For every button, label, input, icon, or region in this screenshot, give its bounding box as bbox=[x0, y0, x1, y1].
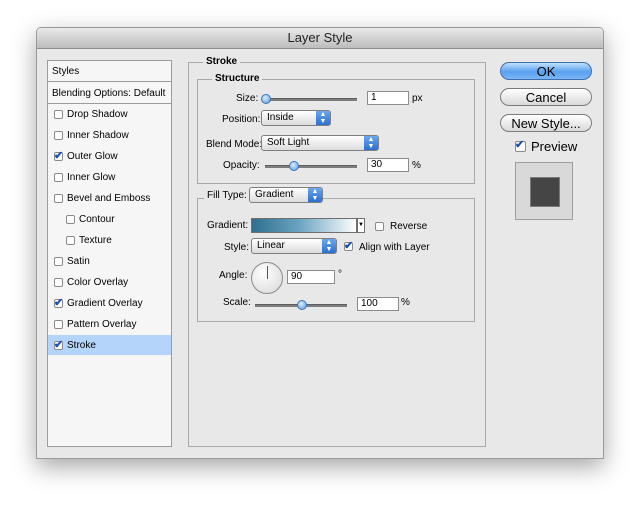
opacity-label: Opacity: bbox=[223, 160, 260, 171]
title-bar: Layer Style bbox=[37, 28, 603, 49]
style-item-satin[interactable]: Satin bbox=[48, 251, 171, 271]
style-item-label: Inner Shadow bbox=[67, 130, 129, 141]
style-value: Linear bbox=[257, 240, 285, 251]
gradient-preview[interactable] bbox=[251, 218, 357, 233]
angle-input[interactable]: 90 bbox=[287, 270, 335, 284]
fill-type-value: Gradient bbox=[255, 189, 294, 200]
style-item-bevel-and-emboss[interactable]: Bevel and Emboss bbox=[48, 188, 171, 208]
style-item-drop-shadow[interactable]: Drop Shadow bbox=[48, 104, 171, 124]
style-item-checkbox[interactable] bbox=[54, 149, 63, 162]
style-item-checkbox[interactable] bbox=[54, 110, 63, 119]
style-item-checkbox[interactable] bbox=[54, 296, 63, 309]
angle-unit: ° bbox=[338, 269, 342, 280]
style-arrows-icon: ▲ ▼ bbox=[322, 239, 336, 253]
align-with-layer-label: Align with Layer bbox=[359, 242, 430, 253]
scale-label: Scale: bbox=[223, 297, 251, 308]
preview-label: Preview bbox=[531, 139, 578, 154]
cancel-button[interactable]: Cancel bbox=[500, 88, 592, 106]
opacity-input[interactable]: 30 bbox=[367, 158, 409, 172]
position-label: Position: bbox=[222, 114, 261, 125]
size-unit: px bbox=[412, 93, 423, 104]
fill-type-label: Fill Type: bbox=[204, 190, 250, 201]
style-item-inner-shadow[interactable]: Inner Shadow bbox=[48, 125, 171, 145]
style-item-label: Gradient Overlay bbox=[67, 298, 143, 309]
scale-unit: % bbox=[401, 297, 410, 308]
style-item-label: Drop Shadow bbox=[67, 109, 128, 120]
style-item-inner-glow[interactable]: Inner Glow bbox=[48, 167, 171, 187]
gradient-label: Gradient: bbox=[207, 220, 249, 231]
angle-dial-indicator bbox=[267, 266, 268, 279]
position-select[interactable]: Inside ▲ ▼ bbox=[261, 110, 331, 126]
style-item-color-overlay[interactable]: Color Overlay bbox=[48, 272, 171, 292]
fill-type-select[interactable]: Gradient ▲ ▼ bbox=[249, 187, 323, 203]
style-item-checkbox[interactable] bbox=[66, 236, 75, 245]
blend-mode-arrows-icon: ▲ ▼ bbox=[364, 136, 378, 150]
angle-label: Angle: bbox=[219, 270, 248, 281]
style-item-contour[interactable]: Contour bbox=[48, 209, 171, 229]
style-item-checkbox[interactable] bbox=[54, 131, 63, 140]
opacity-slider-knob[interactable] bbox=[289, 161, 299, 171]
size-label: Size: bbox=[236, 93, 259, 104]
style-item-checkbox[interactable] bbox=[54, 194, 63, 203]
style-select[interactable]: Linear ▲ ▼ bbox=[251, 238, 337, 254]
position-value: Inside bbox=[267, 112, 294, 123]
size-input[interactable]: 1 bbox=[367, 91, 409, 105]
blend-mode-label: Blend Mode: bbox=[206, 139, 263, 150]
style-item-texture[interactable]: Texture bbox=[48, 230, 171, 250]
window-title: Layer Style bbox=[287, 30, 353, 45]
reverse-label: Reverse bbox=[390, 221, 428, 232]
fill-type-arrows-icon: ▲ ▼ bbox=[308, 188, 322, 202]
style-item-label: Satin bbox=[67, 256, 90, 267]
blend-mode-select[interactable]: Soft Light ▲ ▼ bbox=[261, 135, 379, 151]
styles-header-label: Styles bbox=[52, 66, 80, 77]
style-label: Style: bbox=[224, 242, 250, 253]
align-with-layer-checkbox[interactable] bbox=[344, 239, 353, 252]
style-item-checkbox[interactable] bbox=[54, 278, 63, 287]
style-item-label: Color Overlay bbox=[67, 277, 129, 288]
size-slider[interactable] bbox=[265, 98, 357, 101]
style-item-label: Contour bbox=[79, 214, 115, 225]
angle-dial[interactable] bbox=[251, 262, 283, 294]
style-item-checkbox[interactable] bbox=[54, 257, 63, 266]
style-item-label: Bevel and Emboss bbox=[67, 193, 151, 204]
styles-header[interactable]: Styles bbox=[48, 61, 171, 82]
style-item-checkbox[interactable] bbox=[54, 320, 63, 329]
opacity-slider[interactable] bbox=[265, 165, 357, 168]
style-item-checkbox[interactable] bbox=[54, 338, 63, 351]
style-item-pattern-overlay[interactable]: Pattern Overlay bbox=[48, 314, 171, 334]
scale-slider-knob[interactable] bbox=[297, 300, 307, 310]
style-item-label: Inner Glow bbox=[67, 172, 116, 183]
ok-button[interactable]: OK bbox=[500, 62, 592, 80]
style-item-label: Pattern Overlay bbox=[67, 319, 137, 330]
style-item-label: Texture bbox=[79, 235, 112, 246]
style-item-label: Outer Glow bbox=[67, 151, 118, 162]
blending-options-label: Blending Options: Default bbox=[52, 88, 166, 99]
preview-checkbox[interactable] bbox=[515, 138, 526, 152]
structure-group-title: Structure bbox=[212, 73, 263, 84]
style-item-outer-glow[interactable]: Outer Glow bbox=[48, 146, 171, 166]
preview-swatch bbox=[515, 162, 573, 220]
style-item-stroke[interactable]: Stroke bbox=[48, 335, 171, 355]
blending-options-item[interactable]: Blending Options: Default bbox=[48, 82, 171, 104]
style-item-label: Stroke bbox=[67, 340, 96, 351]
scale-input[interactable]: 100 bbox=[357, 297, 399, 311]
position-arrows-icon: ▲ ▼ bbox=[316, 111, 330, 125]
style-item-checkbox[interactable] bbox=[66, 215, 75, 224]
layer-style-dialog: Layer Style Styles Blending Options: Def… bbox=[36, 27, 604, 459]
opacity-unit: % bbox=[412, 160, 421, 171]
size-slider-knob[interactable] bbox=[261, 94, 271, 104]
stroke-group-title: Stroke bbox=[203, 56, 241, 67]
style-item-checkbox[interactable] bbox=[54, 173, 63, 182]
blend-mode-value: Soft Light bbox=[267, 137, 310, 148]
new-style-button[interactable]: New Style... bbox=[500, 114, 592, 132]
gradient-dropdown-icon[interactable]: ▼ bbox=[357, 218, 365, 233]
reverse-checkbox[interactable] bbox=[375, 222, 384, 231]
styles-list: Styles Blending Options: Default Drop Sh… bbox=[47, 60, 172, 447]
preview-thumbnail bbox=[530, 177, 560, 207]
style-item-gradient-overlay[interactable]: Gradient Overlay bbox=[48, 293, 171, 313]
